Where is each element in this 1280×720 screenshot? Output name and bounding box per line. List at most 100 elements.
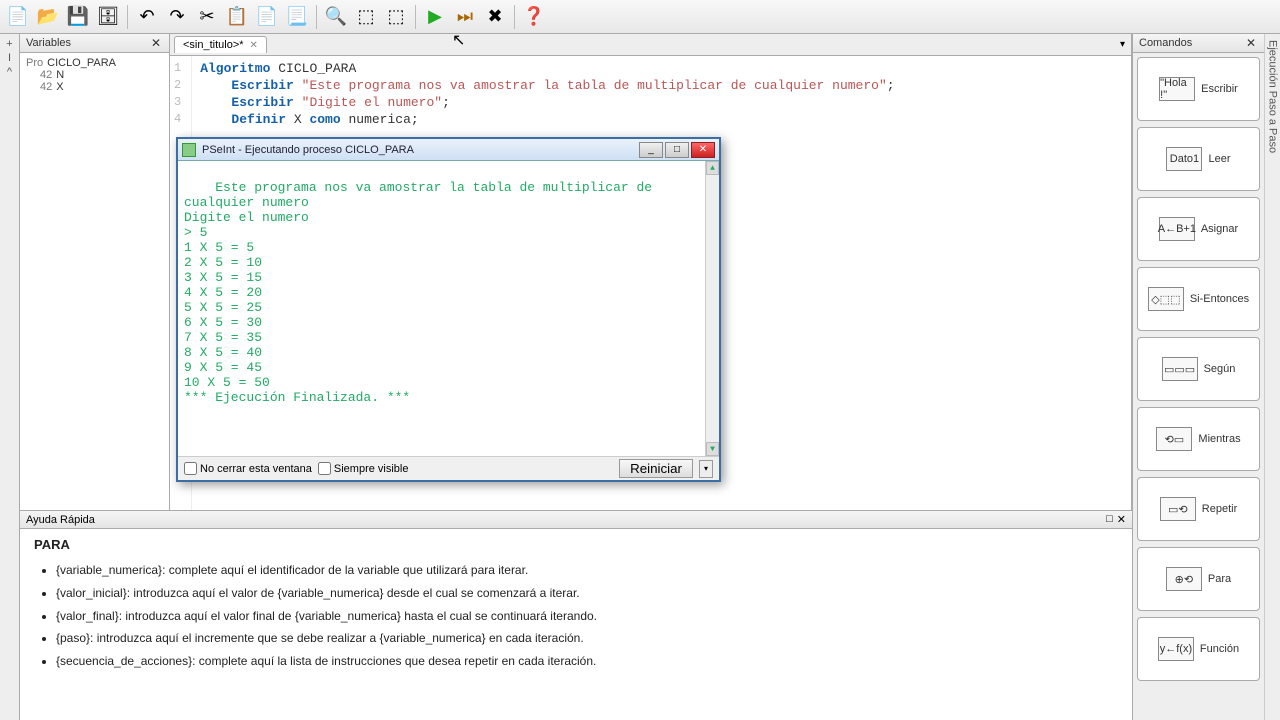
command-icon: Dato1 [1166, 147, 1202, 171]
help-body: PARA {variable_numerica}: complete aquí … [20, 529, 1132, 684]
chk-no-close[interactable]: No cerrar esta ventana [184, 462, 312, 475]
open-file-icon[interactable]: 📂 [34, 3, 62, 31]
step-exec-strip[interactable]: Ejecución Paso a Paso [1264, 34, 1280, 720]
help-list: {variable_numerica}: complete aquí el id… [34, 562, 1118, 670]
tool-a-icon[interactable]: ⬚ [352, 3, 380, 31]
command-si-entonces[interactable]: ◇⬚⬚ Si-Entonces [1137, 267, 1260, 331]
help-panel-close-icon[interactable]: ✕ [1117, 513, 1126, 526]
command-label: Según [1204, 363, 1236, 375]
help-item: {paso}: introduzca aquí el incremente qu… [56, 630, 1118, 647]
paste-icon[interactable]: 📄 [253, 3, 281, 31]
editor-tab[interactable]: <sin_titulo>* ✕ [174, 36, 267, 53]
help-icon[interactable]: ❓ [520, 3, 548, 31]
help-heading: PARA [34, 537, 1118, 552]
help-panel: Ayuda Rápida □ ✕ PARA {variable_numerica… [20, 510, 1132, 720]
save-as-icon[interactable]: 🗄 [94, 3, 122, 31]
editor-tabs: <sin_titulo>* ✕ ▾ [170, 34, 1131, 56]
help-panel-header: Ayuda Rápida □ ✕ [20, 511, 1132, 529]
console-app-icon [182, 143, 196, 157]
toolbar-separator [514, 5, 515, 29]
command-label: Si-Entonces [1190, 293, 1249, 305]
tabs-dropdown-icon[interactable]: ▾ [1120, 39, 1125, 50]
toolbar-separator [316, 5, 317, 29]
console-close-icon[interactable]: ✕ [691, 142, 715, 158]
editor-tab-label: <sin_titulo>* [183, 39, 244, 51]
new-file-icon[interactable]: 📄 [4, 3, 32, 31]
console-output: Este programa nos va amostrar la tabla d… [178, 161, 719, 456]
console-title: PSeInt - Ejecutando proceso CICLO_PARA [202, 144, 637, 156]
commands-panel-close-icon[interactable]: ✕ [1244, 36, 1258, 50]
command-label: Función [1200, 643, 1239, 655]
chk-always-visible[interactable]: Siempre visible [318, 462, 409, 475]
stop-icon[interactable]: ✖ [481, 3, 509, 31]
command-mientras[interactable]: ⟲▭ Mientras [1137, 407, 1260, 471]
variable-row[interactable]: 42N [26, 69, 163, 81]
command-icon: ◇⬚⬚ [1148, 287, 1184, 311]
console-minimize-icon[interactable]: _ [639, 142, 663, 158]
chk-no-close-label: No cerrar esta ventana [200, 463, 312, 475]
command-repetir[interactable]: ▭⟲ Repetir [1137, 477, 1260, 541]
cut-icon[interactable]: ✂ [193, 3, 221, 31]
redo-icon[interactable]: ↷ [163, 3, 191, 31]
command-icon: y←f(x) [1158, 637, 1194, 661]
command-icon: ⟲▭ [1156, 427, 1192, 451]
command-función[interactable]: y←f(x) Función [1137, 617, 1260, 681]
run-icon[interactable]: ▶ [421, 3, 449, 31]
tab-close-icon[interactable]: ✕ [250, 40, 258, 51]
commands-panel-header: Comandos ✕ [1133, 34, 1264, 53]
console-window: PSeInt - Ejecutando proceso CICLO_PARA _… [176, 137, 721, 482]
command-escribir[interactable]: "Hola !" Escribir [1137, 57, 1260, 121]
console-vscroll[interactable]: ▲ ▼ [705, 161, 719, 456]
chk-always-label: Siempre visible [334, 463, 409, 475]
help-item: {valor_final}: introduzca aquí el valor … [56, 608, 1118, 625]
command-icon: A←B+1 [1159, 217, 1195, 241]
list-icon[interactable]: 📃 [283, 3, 311, 31]
command-label: Leer [1208, 153, 1230, 165]
toolbar-separator [127, 5, 128, 29]
command-leer[interactable]: Dato1 Leer [1137, 127, 1260, 191]
variable-row[interactable]: 42X [26, 81, 163, 93]
restart-button[interactable]: Reiniciar [619, 459, 693, 478]
undo-icon[interactable]: ↶ [133, 3, 161, 31]
command-label: Repetir [1202, 503, 1237, 515]
command-label: Mientras [1198, 433, 1240, 445]
command-label: Para [1208, 573, 1231, 585]
console-maximize-icon[interactable]: □ [665, 142, 689, 158]
command-para[interactable]: ⊕⟲ Para [1137, 547, 1260, 611]
chk-no-close-box[interactable] [184, 462, 197, 475]
command-icon: ▭▭▭ [1162, 357, 1198, 381]
operators-strip[interactable]: +I^ [0, 34, 20, 720]
help-item: {secuencia_de_acciones}: complete aquí l… [56, 653, 1118, 670]
find-icon[interactable]: 🔍 [322, 3, 350, 31]
help-item: {variable_numerica}: complete aquí el id… [56, 562, 1118, 579]
commands-panel: Comandos ✕ "Hola !" Escribir Dato1 Leer A←B+… [1132, 34, 1264, 720]
copy-icon[interactable]: 📋 [223, 3, 251, 31]
variables-panel-header: Variables ✕ [20, 34, 169, 53]
save-icon[interactable]: 💾 [64, 3, 92, 31]
help-item: {valor_inicial}: introduzca aquí el valo… [56, 585, 1118, 602]
vscroll-up-icon[interactable]: ▲ [706, 161, 719, 175]
command-icon: ▭⟲ [1160, 497, 1196, 521]
command-según[interactable]: ▭▭▭ Según [1137, 337, 1260, 401]
tool-b-icon[interactable]: ⬚ [382, 3, 410, 31]
console-options-dropdown-icon[interactable]: ▾ [699, 460, 713, 478]
command-asignar[interactable]: A←B+1 Asignar [1137, 197, 1260, 261]
variables-root[interactable]: ProCICLO_PARA [26, 57, 163, 69]
step-icon[interactable]: ⏭ [451, 3, 479, 31]
chk-always-box[interactable] [318, 462, 331, 475]
commands-panel-title: Comandos [1139, 37, 1192, 49]
toolbar-separator [415, 5, 416, 29]
commands-body: "Hola !" Escribir Dato1 Leer A←B+1 Asignar ◇⬚⬚… [1133, 53, 1264, 720]
command-icon: "Hola !" [1159, 77, 1195, 101]
help-panel-title: Ayuda Rápida [26, 514, 95, 526]
help-panel-max-icon[interactable]: □ [1106, 513, 1113, 526]
variables-panel-close-icon[interactable]: ✕ [149, 36, 163, 50]
command-label: Escribir [1201, 83, 1238, 95]
main-toolbar: 📄 📂 💾 🗄 ↶ ↷ ✂ 📋 📄 📃 🔍 ⬚ ⬚ ▶ ⏭ ✖ ❓ [0, 0, 1280, 34]
variables-body: ProCICLO_PARA 42N42X [20, 53, 169, 97]
vscroll-down-icon[interactable]: ▼ [706, 442, 719, 456]
console-titlebar[interactable]: PSeInt - Ejecutando proceso CICLO_PARA _… [178, 139, 719, 161]
variables-panel-title: Variables [26, 37, 71, 49]
command-icon: ⊕⟲ [1166, 567, 1202, 591]
command-label: Asignar [1201, 223, 1238, 235]
